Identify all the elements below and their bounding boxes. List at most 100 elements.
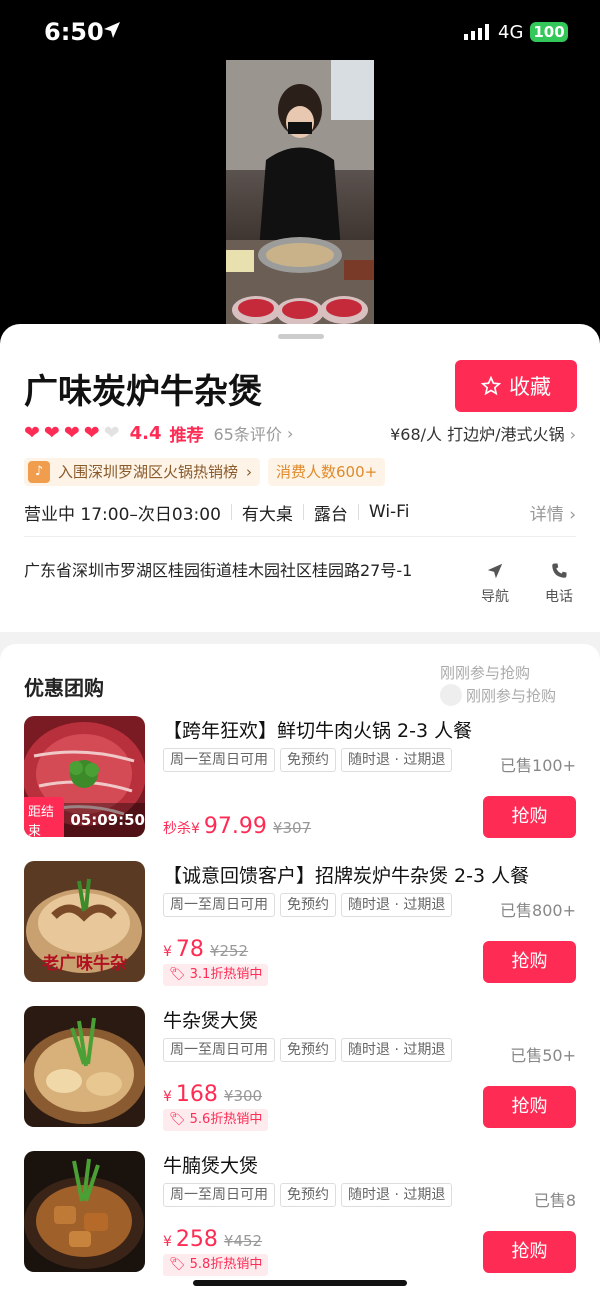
price-category-text: ¥68/人 打边炉/港式火锅 bbox=[390, 425, 565, 444]
deal-item[interactable]: 牛杂煲大煲 周一至周日可用 免预约 随时退 · 过期退 已售50+ ¥ 168 … bbox=[24, 1006, 576, 1131]
buy-button[interactable]: 抢购 bbox=[483, 796, 576, 838]
discount-badge: 🏷 5.8折热销中 bbox=[163, 1254, 269, 1276]
rating-tag: 推荐 bbox=[169, 425, 204, 446]
details-label: 详情 bbox=[529, 504, 564, 525]
facility-terrace: 露台 bbox=[313, 504, 348, 525]
call-label: 电话 bbox=[545, 589, 573, 605]
price-line: 秒杀¥ 97.99 ¥307 bbox=[163, 814, 311, 839]
divider bbox=[230, 504, 232, 520]
beef-offal-pot-image bbox=[24, 1006, 145, 1127]
sold-count: 已售50+ bbox=[510, 1046, 576, 1065]
countdown-timer: 05:09:50 bbox=[70, 811, 145, 829]
business-hours: 营业中 17:00–次日03:00 bbox=[24, 504, 221, 525]
heart-icon: ❤ bbox=[24, 421, 40, 444]
favorite-label: 收藏 bbox=[509, 375, 551, 399]
sold-count: 已售100+ bbox=[500, 756, 576, 775]
rank-badge-text: 入围深圳罗湖区火锅热销榜 bbox=[58, 463, 239, 481]
deal-tag: 随时退 · 过期退 bbox=[341, 1183, 453, 1207]
deal-price: 78 bbox=[175, 937, 204, 962]
navigate-label: 导航 bbox=[481, 589, 509, 605]
facility-wifi: Wi-Fi bbox=[368, 502, 410, 522]
original-price: ¥307 bbox=[272, 819, 312, 837]
purchase-ticker-text: 刚刚参与抢购 bbox=[466, 686, 557, 705]
rating-score: 4.4 bbox=[129, 422, 162, 444]
video-scene-image bbox=[226, 50, 374, 340]
countdown-label: 距结束 bbox=[24, 797, 65, 837]
deal-name: 【诚意回馈客户】招牌炭炉牛杂煲 2-3 人餐 bbox=[163, 865, 530, 887]
discount-text: 5.6折热销中 bbox=[189, 1112, 263, 1127]
status-bar: 6:50 4G 100 bbox=[0, 0, 600, 60]
deal-name: 牛腩煲大煲 bbox=[163, 1155, 259, 1177]
deal-tags: 周一至周日可用 免预约 随时退 · 过期退 bbox=[163, 1038, 453, 1062]
details-link[interactable]: 详情 › bbox=[530, 500, 576, 525]
home-indicator[interactable] bbox=[193, 1280, 407, 1286]
deal-tag: 免预约 bbox=[280, 1038, 336, 1062]
avatar bbox=[440, 684, 462, 706]
deal-thumbnail bbox=[24, 1151, 145, 1272]
discount-badge: 🏷 5.6折热销中 bbox=[163, 1109, 269, 1131]
shop-address[interactable]: 广东省深圳市罗湖区桂园街道桂木园社区桂园路27号-1 bbox=[24, 558, 424, 583]
deal-item[interactable]: 老广味牛杂 【诚意回馈客户】招牌炭炉牛杂煲 2-3 人餐 周一至周日可用 免预约… bbox=[24, 861, 576, 986]
original-price: ¥452 bbox=[223, 1232, 263, 1250]
drag-handle[interactable] bbox=[278, 334, 324, 339]
chevron-right-icon: › bbox=[564, 425, 576, 444]
deals-title: 优惠团购 bbox=[24, 676, 104, 700]
video-thumbnail bbox=[226, 50, 374, 340]
price-category[interactable]: ¥68/人 打边炉/港式火锅 › bbox=[390, 421, 576, 445]
purchase-ticker: 刚刚参与抢购 bbox=[440, 684, 556, 706]
deal-tags: 周一至周日可用 免预约 随时退 · 过期退 bbox=[163, 893, 453, 917]
deal-name: 牛杂煲大煲 bbox=[163, 1010, 259, 1032]
rating-row[interactable]: ❤ ❤ ❤ ❤ ❤ 4.4 推荐 65条评价 › ¥68/人 打边炉/港式火锅 … bbox=[24, 420, 576, 446]
buy-button[interactable]: 抢购 bbox=[483, 1231, 576, 1273]
star-icon bbox=[481, 376, 501, 396]
review-count: 65条评价 bbox=[213, 425, 282, 444]
countdown-banner: 距结束 05:09:50 bbox=[24, 797, 145, 837]
price-prefix: ¥ bbox=[163, 944, 172, 960]
deal-price: 168 bbox=[175, 1082, 218, 1107]
deal-item[interactable]: 距结束 05:09:50 【跨年狂欢】鲜切牛肉火锅 2-3 人餐 周一至周日可用… bbox=[24, 716, 576, 839]
battery-icon: 100 bbox=[530, 22, 568, 42]
buy-button[interactable]: 抢购 bbox=[483, 941, 576, 983]
favorite-button[interactable]: 收藏 bbox=[455, 360, 577, 412]
call-button[interactable]: 电话 bbox=[542, 562, 576, 606]
shop-name: 广味炭炉牛杂煲 bbox=[24, 372, 262, 412]
navigation-icon bbox=[487, 563, 503, 579]
price-line: ¥ 258 ¥452 bbox=[163, 1227, 262, 1252]
deal-tag: 周一至周日可用 bbox=[163, 1038, 275, 1062]
badge-row: ♪ 入围深圳罗湖区火锅热销榜 › 消费人数600+ bbox=[24, 458, 386, 486]
shop-info-card: 广味炭炉牛杂煲 收藏 ❤ ❤ ❤ ❤ ❤ 4.4 推荐 65条评价 › ¥68/… bbox=[0, 324, 600, 632]
deal-price: 97.99 bbox=[203, 814, 267, 839]
deal-tag: 周一至周日可用 bbox=[163, 748, 275, 772]
buy-button[interactable]: 抢购 bbox=[483, 1086, 576, 1128]
beef-brisket-pot-image bbox=[24, 1151, 145, 1272]
heart-icon: ❤ bbox=[63, 421, 80, 444]
purchase-ticker: 刚刚参与抢购 bbox=[440, 664, 531, 682]
deal-tag: 随时退 · 过期退 bbox=[341, 1038, 453, 1062]
deal-tag: 周一至周日可用 bbox=[163, 1183, 275, 1207]
heart-empty-icon: ❤ bbox=[103, 421, 120, 444]
deal-tag: 免预约 bbox=[280, 1183, 336, 1207]
rank-badge[interactable]: ♪ 入围深圳罗湖区火锅热销榜 › bbox=[24, 458, 261, 486]
price-prefix: ¥ bbox=[163, 1089, 172, 1105]
deal-price: 258 bbox=[175, 1227, 218, 1252]
divider bbox=[24, 536, 576, 537]
location-arrow-icon bbox=[104, 22, 120, 38]
deal-item[interactable]: 牛腩煲大煲 周一至周日可用 免预约 随时退 · 过期退 已售8 ¥ 258 ¥4… bbox=[24, 1151, 576, 1276]
price-line: ¥ 78 ¥252 bbox=[163, 937, 248, 962]
deal-tags: 周一至周日可用 免预约 随时退 · 过期退 bbox=[163, 1183, 453, 1207]
price-line: ¥ 168 ¥300 bbox=[163, 1082, 262, 1107]
deal-tag: 随时退 · 过期退 bbox=[341, 893, 453, 917]
navigate-button[interactable]: 导航 bbox=[478, 562, 512, 606]
discount-badge: 🏷 3.1折热销中 bbox=[163, 964, 269, 986]
facility-big-table: 有大桌 bbox=[241, 504, 293, 525]
original-price: ¥300 bbox=[223, 1087, 263, 1105]
hours-row[interactable]: 营业中 17:00–次日03:00 有大桌 露台 Wi-Fi 详情 › bbox=[24, 500, 576, 525]
chevron-right-icon: › bbox=[246, 463, 253, 481]
deal-name: 【跨年狂欢】鲜切牛肉火锅 2-3 人餐 bbox=[163, 720, 473, 742]
thumbnail-caption: 老广味牛杂 bbox=[42, 954, 127, 974]
original-price: ¥252 bbox=[209, 942, 249, 960]
deal-tag: 免预约 bbox=[280, 893, 336, 917]
heart-icon: ❤ bbox=[83, 421, 100, 444]
discount-text: 3.1折热销中 bbox=[189, 967, 263, 982]
heart-icon: ❤ bbox=[43, 421, 60, 444]
